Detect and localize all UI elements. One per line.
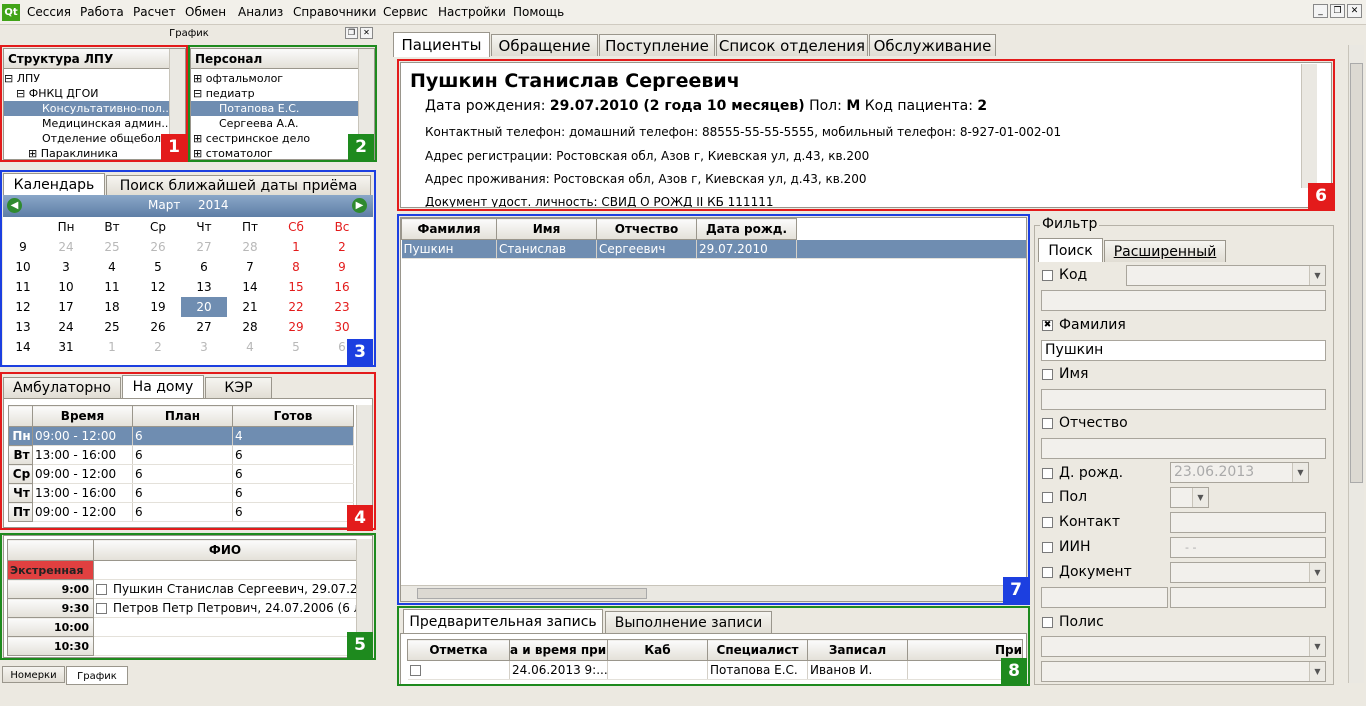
badge-5: 5: [347, 632, 373, 658]
filter-surname-row[interactable]: ✖ Фамилия: [1042, 317, 1126, 333]
iin-checkbox[interactable]: [1042, 541, 1053, 553]
contact-input[interactable]: [1170, 512, 1326, 533]
contact-checkbox[interactable]: [1042, 516, 1053, 528]
menu-settings[interactable]: Настройки: [438, 5, 506, 19]
surname-checkbox[interactable]: ✖: [1042, 319, 1053, 331]
badge-6: 6: [1308, 183, 1334, 209]
document-combo[interactable]: ▼: [1170, 562, 1326, 583]
menu-service[interactable]: Сервис: [383, 5, 428, 19]
menu-help[interactable]: Помощь: [513, 5, 564, 19]
tab-tickets[interactable]: Номерки: [2, 666, 65, 683]
tab-pre-record[interactable]: Предварительная запись: [403, 609, 603, 633]
chevron-down-icon: ▼: [1309, 266, 1325, 285]
policy-combo-1[interactable]: ▼: [1041, 636, 1326, 657]
tab-service[interactable]: Обслуживание: [869, 34, 996, 56]
filter-name-row[interactable]: Имя: [1042, 366, 1088, 382]
name-input[interactable]: [1041, 389, 1326, 410]
dob-checkbox[interactable]: [1042, 467, 1053, 479]
tab-calendar[interactable]: Календарь: [3, 173, 105, 195]
highlight-5: [0, 533, 376, 660]
filter-title: Фильтр: [1040, 216, 1100, 232]
highlight-7: [397, 214, 1030, 605]
menu-references[interactable]: Справочники: [293, 5, 376, 19]
qt-logo-icon: Qt: [2, 4, 20, 21]
highlight-1: [0, 45, 188, 162]
filter-policy-row[interactable]: Полис: [1042, 614, 1104, 630]
code-combo[interactable]: ▼: [1126, 265, 1326, 286]
badge-7: 7: [1003, 577, 1029, 603]
code-checkbox[interactable]: [1042, 269, 1053, 281]
minimize-icon[interactable]: _: [1313, 4, 1328, 18]
sex-combo[interactable]: ▼: [1170, 487, 1209, 508]
badge-8: 8: [1001, 658, 1027, 684]
badge-2: 2: [348, 134, 374, 160]
dock-float-icon[interactable]: ❐: [345, 27, 358, 39]
tab-advanced[interactable]: Расширенный: [1104, 240, 1226, 262]
sex-checkbox[interactable]: [1042, 491, 1053, 503]
iin-input[interactable]: - -: [1170, 537, 1326, 558]
chevron-down-icon: ▼: [1309, 662, 1325, 681]
main-scrollbar[interactable]: [1348, 45, 1364, 683]
badge-1: 1: [161, 134, 187, 160]
filter-patronymic-row[interactable]: Отчество: [1042, 415, 1128, 431]
menu-exchange[interactable]: Обмен: [185, 5, 226, 19]
dock-title: График: [169, 28, 209, 39]
tab-schedule[interactable]: График: [66, 666, 128, 685]
patronymic-input[interactable]: [1041, 438, 1326, 459]
chevron-down-icon: ▼: [1292, 463, 1308, 482]
close-icon[interactable]: ✕: [1347, 4, 1362, 18]
highlight-3: [0, 170, 376, 367]
dob-date-input[interactable]: 23.06.2013 ▼: [1170, 462, 1309, 483]
dock-close-icon[interactable]: ✕: [360, 27, 373, 39]
tab-patients[interactable]: Пациенты: [393, 32, 490, 57]
surname-input[interactable]: Пушкин: [1041, 340, 1326, 361]
filter-code-row[interactable]: Код: [1042, 267, 1087, 283]
document-checkbox[interactable]: [1042, 566, 1053, 578]
policy-checkbox[interactable]: [1042, 616, 1053, 628]
document-series-input[interactable]: [1041, 587, 1168, 608]
filter-sex-row[interactable]: Пол: [1042, 489, 1087, 505]
highlight-6: [397, 59, 1335, 211]
patronymic-checkbox[interactable]: [1042, 417, 1053, 429]
menu-session[interactable]: Сессия: [27, 5, 71, 19]
menu-calc[interactable]: Расчет: [133, 5, 176, 19]
menu-analysis[interactable]: Анализ: [238, 5, 283, 19]
badge-4: 4: [347, 505, 373, 531]
filter-iin-row[interactable]: ИИН: [1042, 539, 1090, 555]
code-input[interactable]: [1041, 290, 1326, 311]
tab-appeal[interactable]: Обращение: [491, 34, 598, 56]
menu-bar: Qt Сессия Работа Расчет Обмен Анализ Спр…: [0, 0, 1366, 25]
restore-icon[interactable]: ❐: [1330, 4, 1345, 18]
filter-contact-row[interactable]: Контакт: [1042, 514, 1120, 530]
menu-work[interactable]: Работа: [80, 5, 124, 19]
chevron-down-icon: ▼: [1309, 637, 1325, 656]
policy-combo-2[interactable]: ▼: [1041, 661, 1326, 682]
filter-dob-row[interactable]: Д. рожд.: [1042, 465, 1123, 481]
tab-ward-list[interactable]: Список отделения: [716, 34, 868, 56]
filter-document-row[interactable]: Документ: [1042, 564, 1132, 580]
chevron-down-icon: ▼: [1192, 488, 1208, 507]
tab-search[interactable]: Поиск: [1038, 238, 1103, 262]
name-checkbox[interactable]: [1042, 368, 1053, 380]
badge-3: 3: [347, 339, 373, 365]
chevron-down-icon: ▼: [1309, 563, 1325, 582]
main-scroll-thumb[interactable]: [1350, 63, 1363, 483]
document-number-input[interactable]: [1170, 587, 1326, 608]
tab-home[interactable]: На дому: [122, 375, 204, 398]
tab-admission[interactable]: Поступление: [599, 34, 715, 56]
